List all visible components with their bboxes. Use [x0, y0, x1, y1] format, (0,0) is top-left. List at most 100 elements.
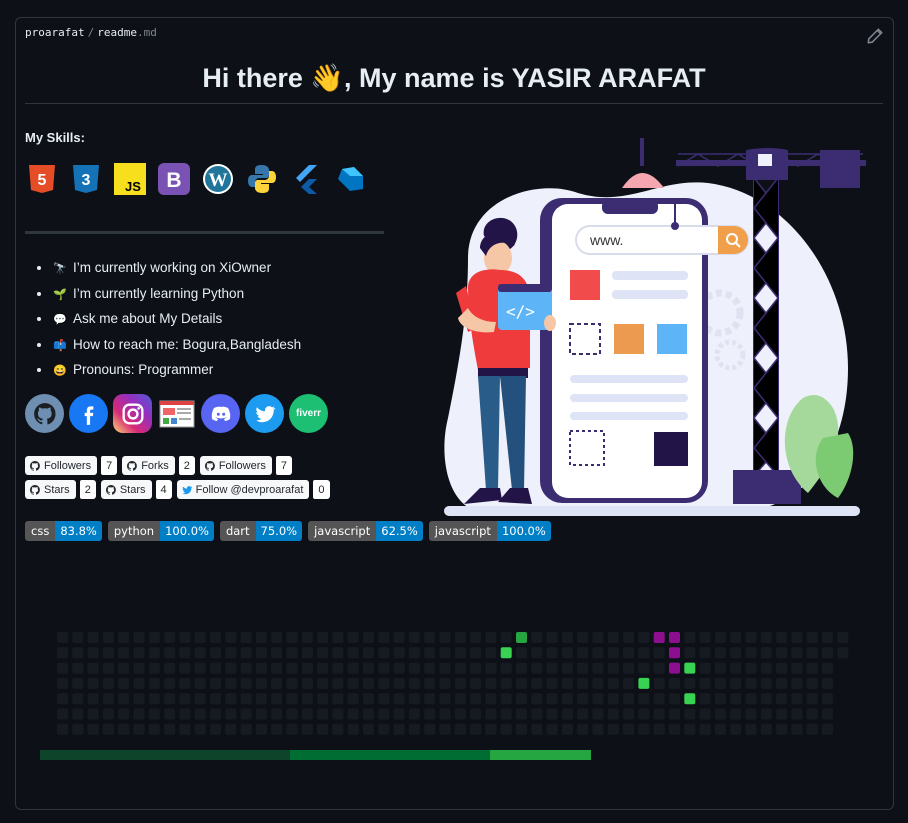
contribution-cell	[470, 693, 482, 705]
contribution-cell	[730, 647, 742, 659]
stat-badge[interactable]: Stars 4	[100, 480, 172, 499]
contribution-cell	[500, 647, 512, 659]
contribution-cell	[470, 647, 482, 659]
contribution-cell	[592, 708, 604, 720]
contribution-cell	[393, 723, 405, 735]
contribution-cell	[424, 662, 436, 674]
contribution-cell	[531, 693, 543, 705]
contribution-cell	[210, 708, 221, 720]
github-icon	[29, 460, 41, 472]
fact-text: Pronouns: Programmer	[73, 362, 214, 377]
contribution-cell	[592, 693, 604, 705]
contribution-cell	[500, 632, 512, 643]
fact-text: I’m currently learning Python	[73, 285, 245, 301]
contribution-cell	[516, 677, 527, 689]
contribution-cell	[179, 723, 191, 735]
language-badge[interactable]: javascript 62.5%	[308, 521, 423, 541]
contribution-cell	[363, 662, 374, 674]
contribution-cell	[806, 708, 818, 720]
contribution-cell	[776, 708, 788, 720]
skills-label: My Skills:	[25, 130, 85, 145]
badge-value: 7	[275, 456, 293, 475]
github-icon[interactable]	[25, 394, 64, 433]
social-links: fiverr	[25, 394, 328, 433]
contribution-cell	[393, 647, 405, 659]
contribution-cell	[592, 632, 604, 643]
badge-value: 4	[155, 480, 172, 499]
contribution-cell	[546, 677, 558, 689]
stat-badge[interactable]: Followers 7	[199, 456, 293, 475]
contribution-cell	[669, 708, 680, 720]
css3-icon: 3	[69, 162, 103, 196]
contribution-cell	[806, 693, 818, 705]
breadcrumb-owner[interactable]: proarafat	[25, 26, 85, 39]
contribution-cell	[133, 647, 145, 659]
contribution-cell	[776, 677, 788, 689]
contribution-cell	[699, 677, 711, 689]
contribution-cell	[102, 647, 114, 659]
contribution-cell	[378, 647, 390, 659]
contribution-cell	[225, 723, 237, 735]
discord-icon[interactable]	[201, 394, 240, 433]
contribution-cell	[57, 693, 68, 705]
fact-emoji: 😄	[53, 365, 67, 377]
contribution-cell	[531, 632, 543, 643]
contribution-cell	[531, 662, 543, 674]
pencil-icon[interactable]	[866, 27, 884, 45]
language-badge[interactable]: javascript 100.0%	[428, 521, 551, 541]
contribution-cell	[531, 723, 543, 735]
contribution-cell	[286, 662, 298, 674]
website-icon[interactable]	[157, 394, 196, 433]
stat-badges: Followers 7 Forks 2 Followers 7 Stars 2 Stars 4 Fo…	[25, 456, 365, 499]
contribution-cell	[332, 723, 344, 735]
stat-badge[interactable]: Stars 2	[25, 480, 96, 499]
contribution-cell	[393, 693, 405, 705]
contribution-cell	[363, 693, 374, 705]
stat-badge[interactable]: Follow @devproarafat 0	[176, 480, 330, 499]
language-badge[interactable]: dart 75.0%	[219, 521, 303, 541]
contribution-cell	[531, 677, 543, 689]
breadcrumb-file[interactable]: readme	[97, 26, 137, 39]
contribution-cell	[730, 662, 742, 674]
language-value: 100.0%	[160, 521, 214, 541]
github-icon	[126, 460, 138, 472]
contribution-cell	[408, 647, 420, 659]
contribution-cell	[102, 632, 114, 643]
contribution-cell	[194, 632, 206, 643]
contribution-cell	[87, 662, 99, 674]
contribution-cell	[378, 723, 390, 735]
contribution-cell	[363, 677, 374, 689]
contribution-cell	[255, 632, 267, 643]
language-badge[interactable]: css 83.8%	[25, 521, 102, 541]
badge-label: Stars	[119, 483, 146, 496]
badge-value: 7	[101, 456, 118, 475]
instagram-icon[interactable]	[113, 394, 152, 433]
contribution-cell	[347, 708, 359, 720]
twitter-icon[interactable]	[245, 394, 284, 433]
facebook-icon[interactable]	[69, 394, 108, 433]
stat-badge[interactable]: Forks 2	[122, 456, 195, 475]
contribution-cell	[301, 708, 313, 720]
contribution-cell	[118, 677, 130, 689]
language-value: 83.8%	[55, 521, 102, 541]
html5-icon: 5	[25, 162, 59, 196]
stat-badge[interactable]: Followers 7	[25, 456, 118, 475]
contribution-cell	[102, 693, 114, 705]
fiverr-icon[interactable]: fiverr	[289, 394, 328, 433]
badge-label: Follow @devproarafat	[195, 483, 304, 496]
contribution-cell	[332, 708, 344, 720]
language-value: 75.0%	[255, 521, 303, 541]
contribution-cell	[561, 693, 573, 705]
contribution-cell	[577, 708, 589, 720]
fact-item: 📫 How to reach me: Bogura,Bangladesh	[52, 336, 301, 355]
contribution-cell	[745, 723, 757, 735]
fact-text: How to reach me: Bogura,Bangladesh	[73, 336, 302, 352]
contribution-cell	[745, 662, 757, 674]
contribution-cell	[57, 723, 68, 735]
language-badge[interactable]: python 100.0%	[107, 521, 214, 541]
contribution-cell	[72, 723, 84, 735]
contribution-cell	[531, 708, 543, 720]
contribution-cell	[57, 677, 68, 689]
contribution-cell	[592, 662, 604, 674]
contribution-cell	[500, 677, 512, 689]
